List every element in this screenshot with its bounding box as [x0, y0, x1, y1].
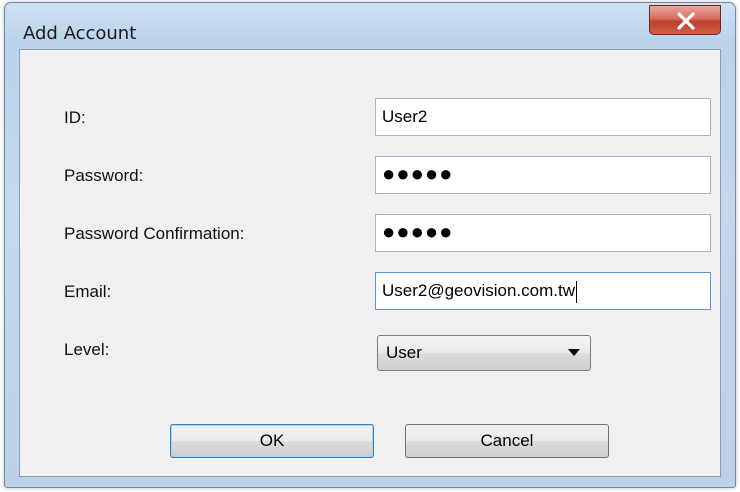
title-bar[interactable]: Add Account — [5, 3, 735, 51]
window-title: Add Account — [23, 23, 137, 44]
close-button[interactable] — [649, 5, 721, 35]
password-label: Password: — [64, 166, 144, 185]
level-selected-value: User — [386, 343, 422, 362]
level-dropdown[interactable]: User — [377, 335, 591, 371]
close-icon — [677, 12, 695, 30]
text-caret — [576, 280, 577, 303]
dialog-body: ID: User2 Password: ●●●●● Password Confi… — [19, 49, 721, 477]
email-label: Email: — [64, 282, 112, 301]
cancel-button[interactable]: Cancel — [405, 424, 609, 458]
email-value: User2@geovision.com.tw — [382, 281, 575, 300]
email-field[interactable]: User2@geovision.com.tw — [375, 272, 711, 310]
dropdown-arrow-icon — [568, 349, 580, 356]
password-confirmation-field[interactable]: ●●●●● — [375, 214, 711, 252]
password-field[interactable]: ●●●●● — [375, 156, 711, 194]
id-label: ID: — [64, 108, 86, 127]
password-confirmation-label: Password Confirmation: — [64, 224, 245, 243]
level-label: Level: — [64, 340, 110, 359]
id-field[interactable]: User2 — [375, 98, 711, 136]
ok-button[interactable]: OK — [170, 424, 374, 458]
add-account-dialog: Add Account ID: User2 Password: ●●●●● Pa… — [4, 2, 736, 488]
